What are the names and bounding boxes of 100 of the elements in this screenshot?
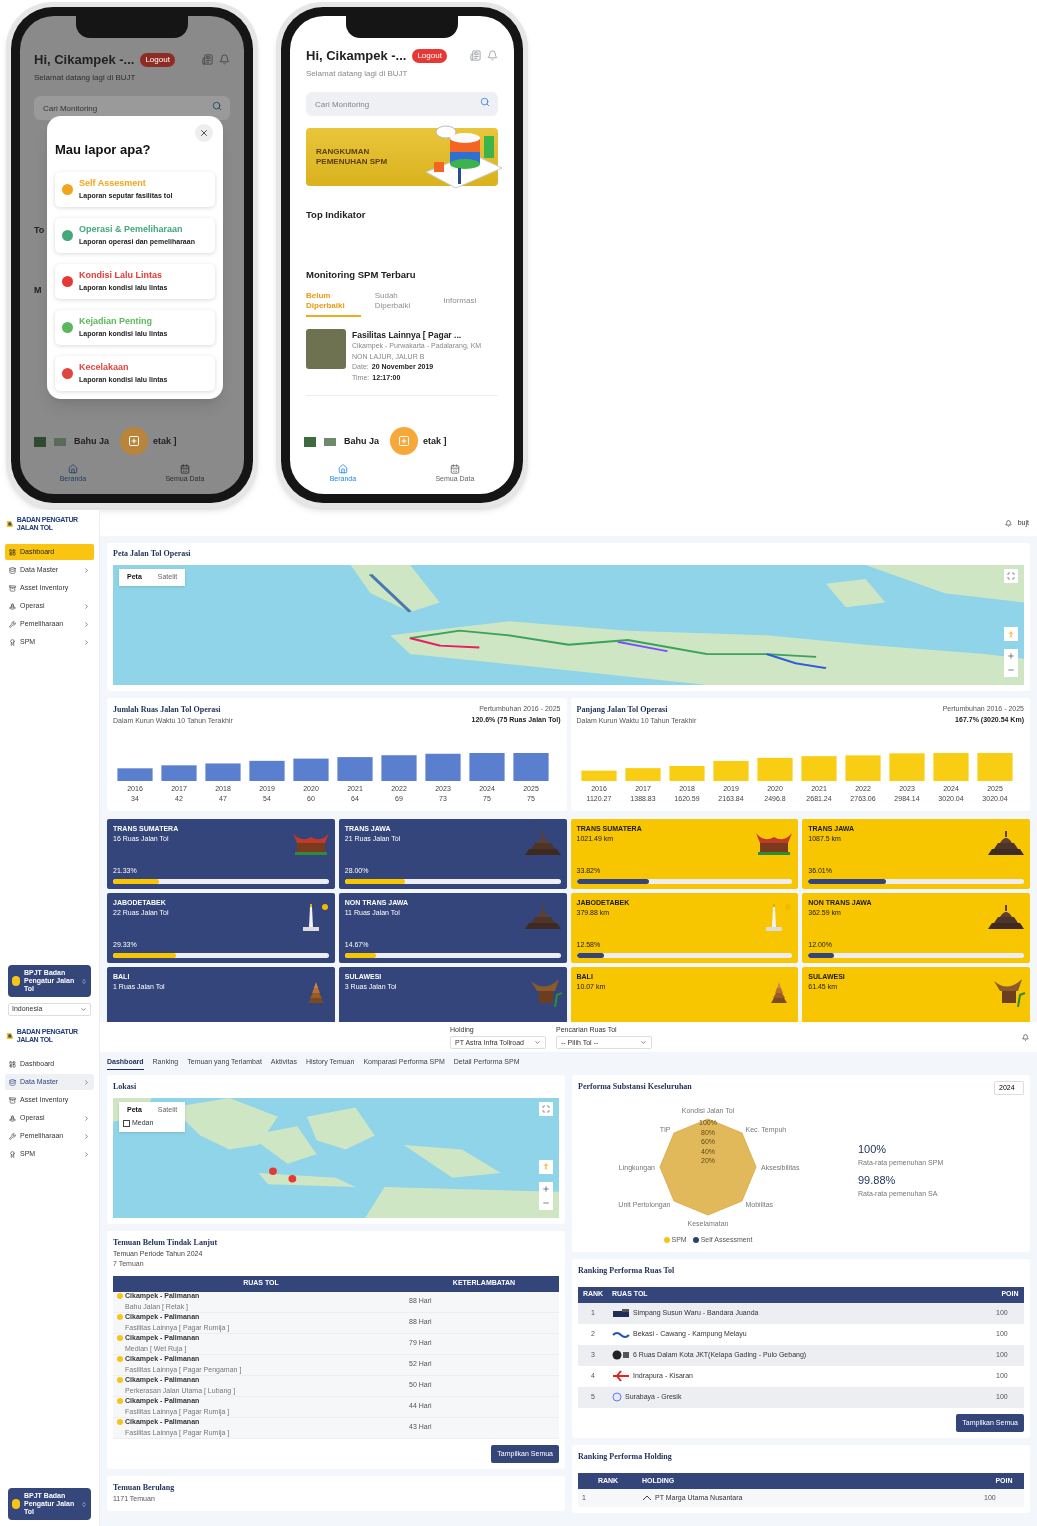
company-logo-icon [612,1350,630,1360]
award-icon [9,638,16,646]
stat-value: 100% [858,1142,888,1158]
welcome-subtitle: Selamat datang lagi di BUJT [306,67,409,80]
wrench-icon [9,620,16,628]
terrain-checkbox[interactable] [123,1119,130,1127]
dashboard-icon [9,1060,16,1068]
card-title: Temuan Belum Tindak Lanjut [113,1236,219,1249]
company-logo-icon [612,1308,630,1318]
traffic-cone-icon [9,602,16,610]
logo-emblem-icon [6,519,14,529]
news-icon[interactable] [202,54,213,66]
plus-square-icon [128,435,140,447]
bar [580,770,617,781]
add-report-button[interactable] [390,427,418,455]
photo-placeholder [304,437,316,447]
database-icon [9,1078,16,1086]
traditional-house-icon [992,976,1026,1007]
search-field[interactable]: Cari Monitoring [306,92,498,116]
home-icon [337,464,348,474]
bar [161,764,197,781]
status-tab[interactable]: Sudah Diperbaiki [374,290,430,317]
bar [117,767,153,781]
section-title: Monitoring SPM Terbaru [306,268,417,283]
bar [932,752,969,781]
bar [668,765,705,781]
archive-icon [9,1096,16,1104]
company-logo-icon [612,1330,630,1338]
photo-placeholder [54,438,66,446]
bar [976,752,1013,781]
temple-icon [522,902,563,929]
home-icon [67,464,78,474]
archive-icon [9,584,16,592]
welcome-subtitle: Selamat datang lagi di BUJT [34,71,137,84]
close-button[interactable] [195,124,213,142]
status-tab[interactable]: Informasi [443,290,498,317]
card-title: Panjang Jalan Tol Operasi [576,704,669,716]
background-heading: To [34,224,46,237]
bar [800,755,837,781]
bar [381,754,417,781]
background-heading: M [34,283,43,297]
close-icon [199,128,209,138]
company-logo-icon [612,1370,630,1382]
chevron-down-icon [640,1039,647,1047]
wrench-icon [9,1132,16,1140]
photo-placeholder [324,438,336,446]
logo-emblem-icon [6,1031,14,1041]
bar [337,756,373,781]
logout-button[interactable]: Logout [412,48,447,63]
news-icon[interactable] [470,50,481,62]
pegman-icon [542,1162,550,1171]
card-title: Jumlah Ruas Jalan Tol Operasi [113,704,222,716]
database-icon [9,566,16,574]
search-icon[interactable] [212,100,222,111]
card-title: Peta Jalan Tol Operasi [113,548,192,560]
organization-logo-icon [12,1499,20,1509]
list-item-title: etak ] [153,435,177,449]
dashboard-icon [9,548,16,556]
fullscreen-icon [1007,572,1015,580]
bar [756,757,793,781]
card-title: Ranking Performa Ruas Tol [578,1264,676,1277]
list-item-title: Bahu Ja [344,435,379,449]
street-view-button[interactable] [1004,627,1018,641]
calendar-icon [449,464,460,474]
chevron-down-icon [80,1006,87,1013]
add-report-button[interactable] [120,427,148,455]
logout-button[interactable]: Logout [140,52,175,67]
temple-icon [522,828,563,855]
bar [888,752,925,781]
notification-bell-icon[interactable] [487,50,498,62]
bar [712,760,749,781]
modal-title: Mau lapor apa? [55,141,152,159]
card-title: Ranking Performa Holding [578,1451,673,1463]
photo-placeholder [34,437,46,447]
notification-bell-icon[interactable] [219,54,230,66]
photo-placeholder [306,328,346,369]
award-icon [9,1150,16,1158]
company-logo-icon [642,1495,652,1501]
notification-bell-icon[interactable] [1004,519,1012,527]
company-logo-icon [612,1392,622,1402]
bar [425,753,461,781]
greeting: Hi, Cikampek -... [34,51,135,69]
greeting: Hi, Cikampek -... [306,47,407,65]
temple-icon [986,828,1026,855]
bar [205,762,241,781]
bar [469,752,505,781]
fullscreen-button[interactable] [1004,569,1018,583]
bar [249,760,285,781]
card-title: Lokasi [113,1080,138,1093]
temple-icon [986,902,1026,929]
bar [293,758,329,781]
organization-logo-icon [12,976,20,986]
card-title: Temuan Berulang [113,1482,176,1494]
search-icon[interactable] [480,96,490,107]
bar [513,752,549,781]
finding-title: Fasilitas Lainnya [ Pagar ... [352,328,463,342]
list-item-title: Bahu Ja [74,435,109,449]
traffic-cone-icon [9,1114,16,1122]
notification-bell-icon[interactable] [1022,1033,1029,1041]
chevron-down-icon [534,1039,541,1047]
